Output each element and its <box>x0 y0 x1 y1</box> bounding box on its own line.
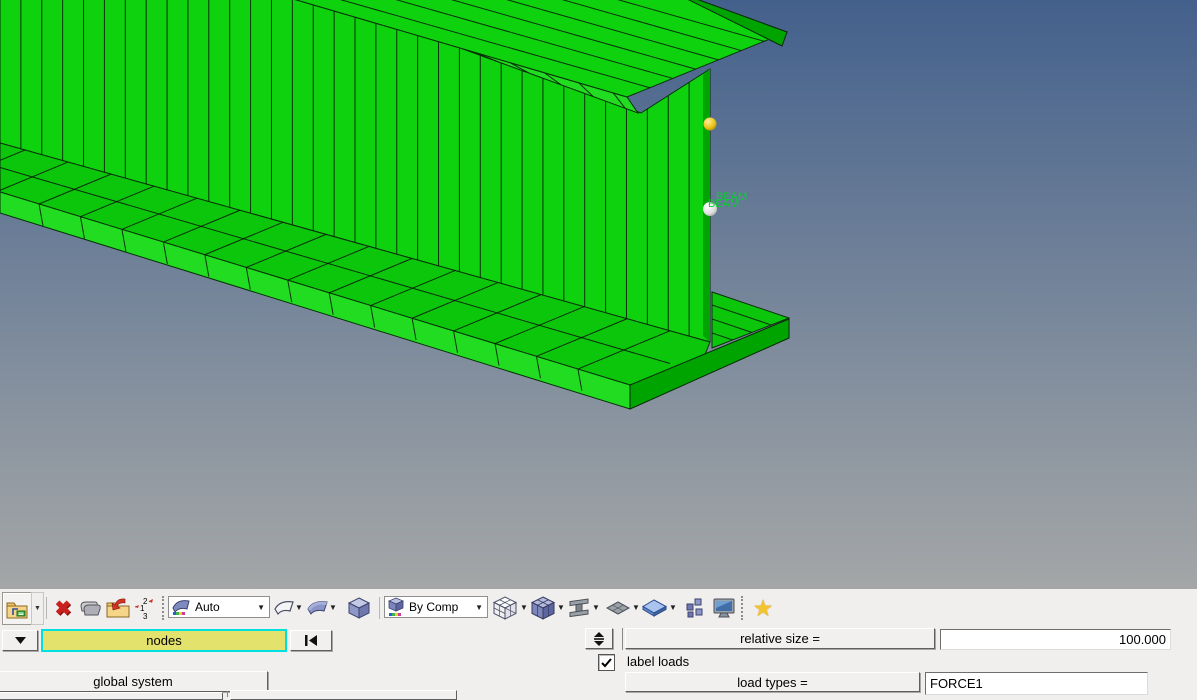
load-types-value: FORCE1 <box>930 676 983 691</box>
model-browser-icon <box>6 602 28 618</box>
label-loads-checkbox[interactable] <box>598 654 615 671</box>
shade-mode-combo[interactable]: Auto ▼ <box>168 596 270 618</box>
shaded-surface-icon <box>307 601 328 615</box>
main-toolbar: ▼ ✖ 2 1 3 Auto ▼ ▼ ▼ By Comp ▼ ▼ ▼ ▼ ▼ ▼… <box>0 589 1197 629</box>
panel-stub-divider <box>227 691 228 697</box>
renumber-button[interactable]: 2 1 3 <box>132 589 157 627</box>
renumber-icon: 2 1 3 <box>134 597 153 621</box>
load-types-input[interactable]: FORCE1 <box>925 672 1148 695</box>
shaded-shell-icon <box>642 599 668 617</box>
panel-separator <box>622 628 623 650</box>
relative-size-button[interactable]: relative size = <box>625 628 935 649</box>
shell-2d-icon <box>605 601 631 615</box>
shell-2d-button[interactable] <box>605 589 631 627</box>
shaded-surface-caret[interactable]: ▼ <box>328 589 338 627</box>
element-representation-icon <box>569 598 589 618</box>
load-types-label: load types = <box>737 674 808 690</box>
system-button[interactable]: global system <box>0 671 268 692</box>
toolbar-separator <box>379 597 380 619</box>
visualization-options-button[interactable] <box>684 589 705 627</box>
delete-icon: ✖ <box>54 597 72 620</box>
wireframe-surface-caret[interactable]: ▼ <box>294 589 304 627</box>
shade-mode-caret[interactable]: ▼ <box>255 603 267 612</box>
organize-button[interactable] <box>77 589 103 627</box>
shaded-shell-button[interactable] <box>641 589 668 627</box>
svg-text:3: 3 <box>143 612 148 621</box>
end-node-yellow[interactable] <box>703 117 717 131</box>
wireframe-surface-button[interactable] <box>273 589 295 627</box>
entity-selector[interactable]: nodes <box>41 629 287 652</box>
reset-button[interactable] <box>290 630 332 651</box>
size-toggle-button[interactable] <box>585 628 613 649</box>
relative-size-value: 100.000 <box>1119 632 1166 647</box>
shaded-elements-button[interactable] <box>529 589 557 627</box>
up-down-arrows-icon <box>594 631 604 646</box>
chevron-down-icon <box>14 636 26 644</box>
toolbar-separator <box>46 597 47 619</box>
entity-switch-button[interactable] <box>2 630 38 651</box>
color-by-comp-icon <box>387 597 405 616</box>
load-types-button[interactable]: load types = <box>625 672 920 692</box>
performance-graphics-icon <box>172 600 190 615</box>
relative-size-label: relative size = <box>740 631 820 646</box>
toolbar-separator-dotted <box>162 596 164 620</box>
entity-selector-value: nodes <box>146 633 182 648</box>
relative-size-input[interactable]: 100.000 <box>940 629 1171 650</box>
panel-stub-left <box>0 692 223 700</box>
element-representation-button[interactable] <box>567 589 591 627</box>
wireframe-elements-icon <box>492 596 518 620</box>
element-representation-caret[interactable]: ▼ <box>591 589 601 627</box>
check-icon <box>601 657 612 667</box>
favorites-star-icon: ★ <box>752 594 774 621</box>
favorites-button[interactable]: ★ <box>750 589 776 627</box>
wireframe-elements-button[interactable] <box>491 589 519 627</box>
color-by-caret[interactable]: ▼ <box>473 603 485 612</box>
wireframe-surface-icon <box>274 601 294 616</box>
graphics-viewport[interactable]: BEAM BEAM <box>0 0 1197 589</box>
shell-2d-caret[interactable]: ▼ <box>631 589 641 627</box>
cube-view-icon <box>347 597 370 619</box>
display-monitor-icon <box>713 598 734 618</box>
system-button-label: global system <box>93 674 173 689</box>
organize-icon <box>80 601 101 616</box>
shaded-shell-caret[interactable]: ▼ <box>668 589 678 627</box>
delete-button[interactable]: ✖ <box>51 589 75 627</box>
command-panel: nodes global system relative size = 100.… <box>0 628 1197 700</box>
shaded-surface-button[interactable] <box>306 589 329 627</box>
color-by-value: By Comp <box>409 600 459 614</box>
toolbar-separator-dotted <box>741 596 743 620</box>
shade-mode-value: Auto <box>195 600 220 614</box>
model-browser-button[interactable] <box>2 592 32 625</box>
import-icon <box>106 598 129 618</box>
visualization-options-icon <box>686 598 702 618</box>
display-monitor-button[interactable] <box>711 589 736 627</box>
cube-view-button[interactable] <box>346 589 371 627</box>
color-by-combo[interactable]: By Comp ▼ <box>384 596 488 618</box>
shaded-elements-icon <box>530 596 556 620</box>
model-browser-caret[interactable]: ▼ <box>31 592 44 625</box>
import-button[interactable] <box>104 589 131 627</box>
label-loads-label: label loads <box>627 654 690 669</box>
panel-stub-mid <box>230 690 457 700</box>
wireframe-elements-caret[interactable]: ▼ <box>519 589 529 627</box>
load-label-beam-1: BEAM <box>708 198 739 210</box>
shaded-elements-caret[interactable]: ▼ <box>556 589 566 627</box>
reset-icon <box>305 635 317 646</box>
